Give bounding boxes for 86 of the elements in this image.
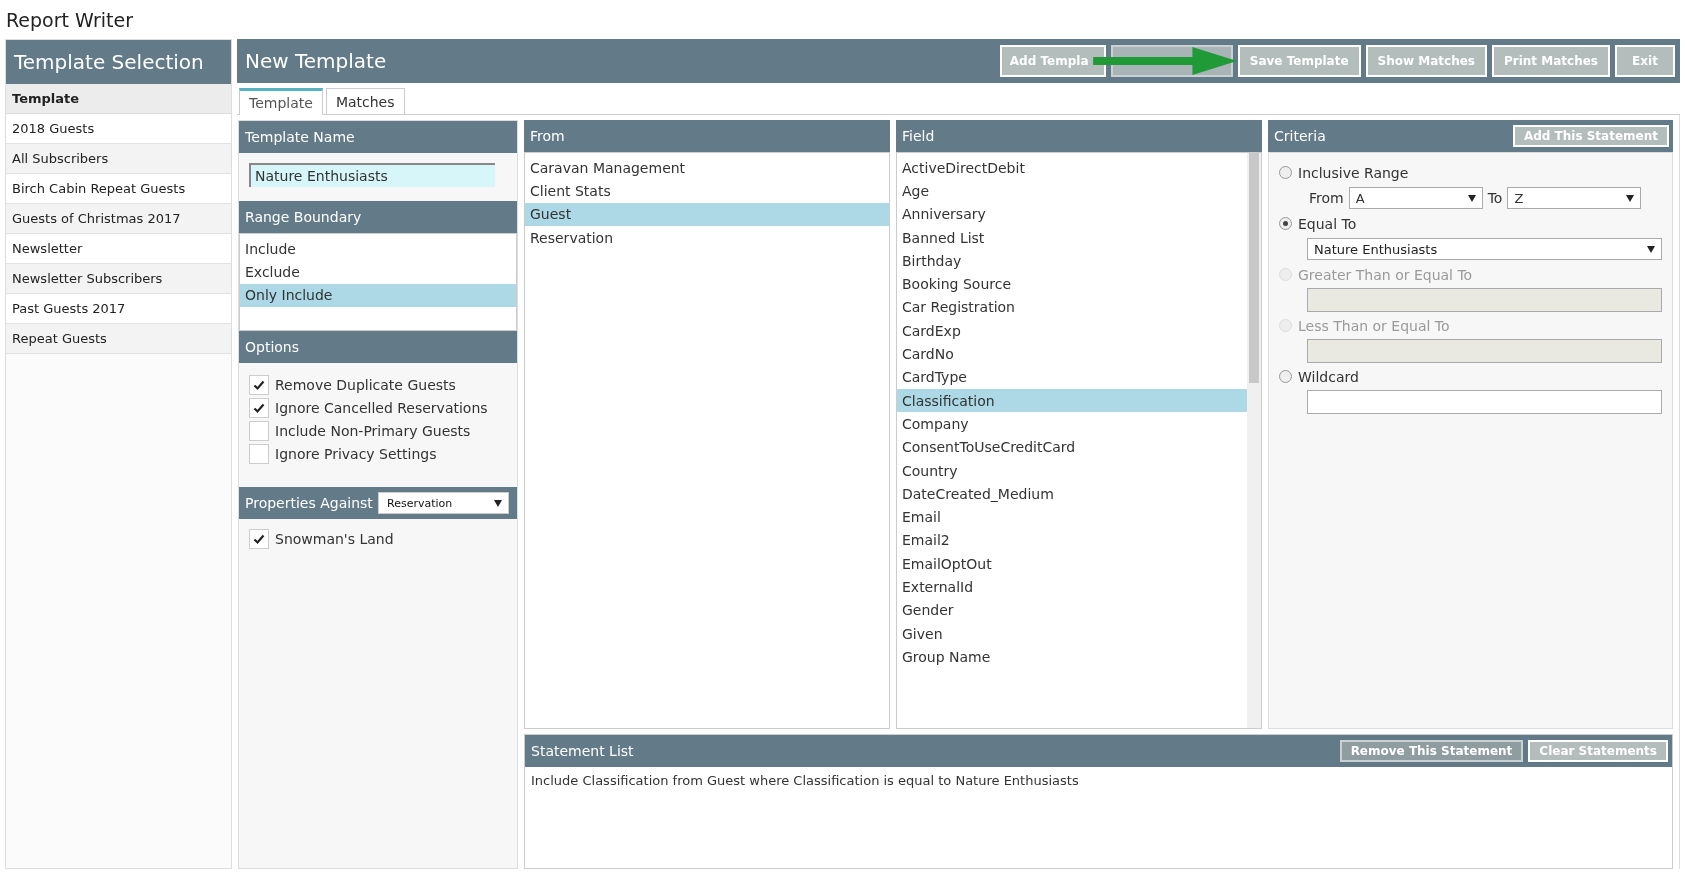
caret-icon — [1647, 245, 1655, 253]
check-icon — [253, 378, 265, 391]
list-item[interactable]: CardType — [897, 365, 1247, 389]
radio-label: Wildcard — [1298, 368, 1359, 385]
option-label: Include Non-Primary Guests — [275, 422, 471, 439]
panel-header: Range Boundary — [239, 201, 517, 233]
from-label: From — [1309, 190, 1344, 206]
sidebar-item[interactable]: Guests of Christmas 2017 — [6, 204, 231, 234]
list-item[interactable]: Birthday — [897, 249, 1247, 273]
list-item[interactable]: Client Stats — [525, 179, 889, 203]
list-item[interactable]: Exclude — [240, 260, 516, 284]
sidebar-item[interactable]: Birch Cabin Repeat Guests — [6, 174, 231, 204]
list-item[interactable]: DateCreated_Medium — [897, 482, 1247, 506]
panel-title: Criteria — [1274, 128, 1326, 144]
list-item[interactable]: Anniversary — [897, 202, 1247, 226]
list-item[interactable]: Company — [897, 412, 1247, 436]
panel-header: From — [524, 120, 890, 152]
tab[interactable]: Template — [239, 88, 323, 115]
checkbox[interactable] — [249, 443, 269, 464]
radio-button[interactable] — [1279, 370, 1292, 383]
panel-header: Options — [239, 331, 517, 363]
radio-label: Greater Than or Equal To — [1298, 266, 1473, 283]
property-label: Snowman's Land — [275, 530, 394, 547]
radio-button[interactable] — [1279, 217, 1292, 230]
header-title: New Template — [245, 49, 387, 73]
from-select[interactable]: A — [1348, 187, 1483, 209]
list-item[interactable]: Email2 — [897, 528, 1247, 553]
radio-label: Equal To — [1298, 215, 1357, 232]
list-item[interactable]: Classification — [897, 388, 1247, 413]
equal-to-select[interactable]: Nature Enthusiasts — [1307, 238, 1662, 260]
panel-title: Properties Against — [245, 495, 373, 511]
sidebar-item[interactable]: Past Guests 2017 — [6, 294, 231, 324]
radio-label: Inclusive Range — [1298, 164, 1409, 181]
option-label: Ignore Privacy Settings — [275, 445, 437, 462]
panel-header: Template Name — [239, 121, 517, 153]
list-item[interactable]: ActiveDirectDebit — [897, 156, 1247, 180]
list-item[interactable]: Guest — [525, 202, 889, 226]
list-item[interactable]: Age — [897, 179, 1247, 203]
sidebar-item[interactable]: Newsletter Subscribers — [6, 264, 231, 294]
properties-select[interactable]: Reservation — [378, 492, 509, 514]
caret-icon — [1626, 194, 1635, 202]
list-item[interactable]: Only Include — [240, 283, 516, 307]
caret-icon — [1467, 194, 1476, 202]
scrollbar[interactable] — [1247, 153, 1261, 728]
list-item[interactable]: Country — [897, 458, 1247, 483]
check-icon — [253, 532, 265, 545]
check-icon — [253, 401, 265, 414]
option-label: Remove Duplicate Guests — [275, 376, 456, 393]
list-item[interactable]: CardExp — [897, 319, 1247, 343]
list-item[interactable]: ConsentToUseCreditCard — [897, 435, 1247, 459]
list-item[interactable]: Gender — [897, 598, 1247, 622]
list-item[interactable]: Include — [240, 237, 516, 261]
panel-title: Statement List — [531, 743, 634, 759]
option-label: Ignore Cancelled Reservations — [275, 399, 488, 416]
list-item[interactable]: Group Name — [897, 645, 1247, 669]
checkbox[interactable] — [249, 397, 269, 418]
to-select[interactable]: Z — [1507, 187, 1642, 209]
sidebar-heading: Template — [6, 84, 231, 114]
radio-label: Less Than or Equal To — [1298, 317, 1450, 334]
template-name-field[interactable]: Nature Enthusiasts — [249, 163, 495, 187]
list-item[interactable]: Caravan Management — [525, 156, 889, 180]
sidebar-item[interactable]: All Subscribers — [6, 144, 231, 174]
checkbox[interactable] — [249, 528, 269, 549]
list-item[interactable]: Reservation — [525, 225, 889, 250]
list-item[interactable]: ExternalId — [897, 575, 1247, 599]
list-item[interactable]: Given — [897, 621, 1247, 646]
sidebar-item[interactable]: 2018 Guests — [6, 114, 231, 144]
panel-header: Field — [896, 120, 1262, 152]
list-item[interactable]: Email — [897, 505, 1247, 529]
tab[interactable]: Matches — [325, 88, 405, 114]
criteria-input[interactable] — [1307, 390, 1662, 414]
sidebar-item[interactable]: Repeat Guests — [6, 324, 231, 354]
list-item[interactable]: Car Registration — [897, 295, 1247, 320]
checkbox[interactable] — [249, 420, 269, 441]
page-title: Report Writer — [5, 8, 134, 33]
sidebar-title: Template Selection — [6, 40, 231, 84]
list-item[interactable]: EmailOptOut — [897, 552, 1247, 576]
radio-button[interactable] — [1279, 166, 1292, 179]
list-item[interactable]: Booking Source — [897, 272, 1247, 296]
sidebar-item[interactable]: Newsletter — [6, 234, 231, 264]
to-label: To — [1487, 190, 1503, 206]
statement-text[interactable]: Include Classification from Guest where Classification is equal to Nature Enthusiasts — [531, 773, 1666, 788]
checkbox[interactable] — [249, 374, 269, 395]
list-item[interactable]: CardNo — [897, 342, 1247, 366]
list-item[interactable]: Banned List — [897, 225, 1247, 250]
caret-icon — [494, 499, 502, 507]
